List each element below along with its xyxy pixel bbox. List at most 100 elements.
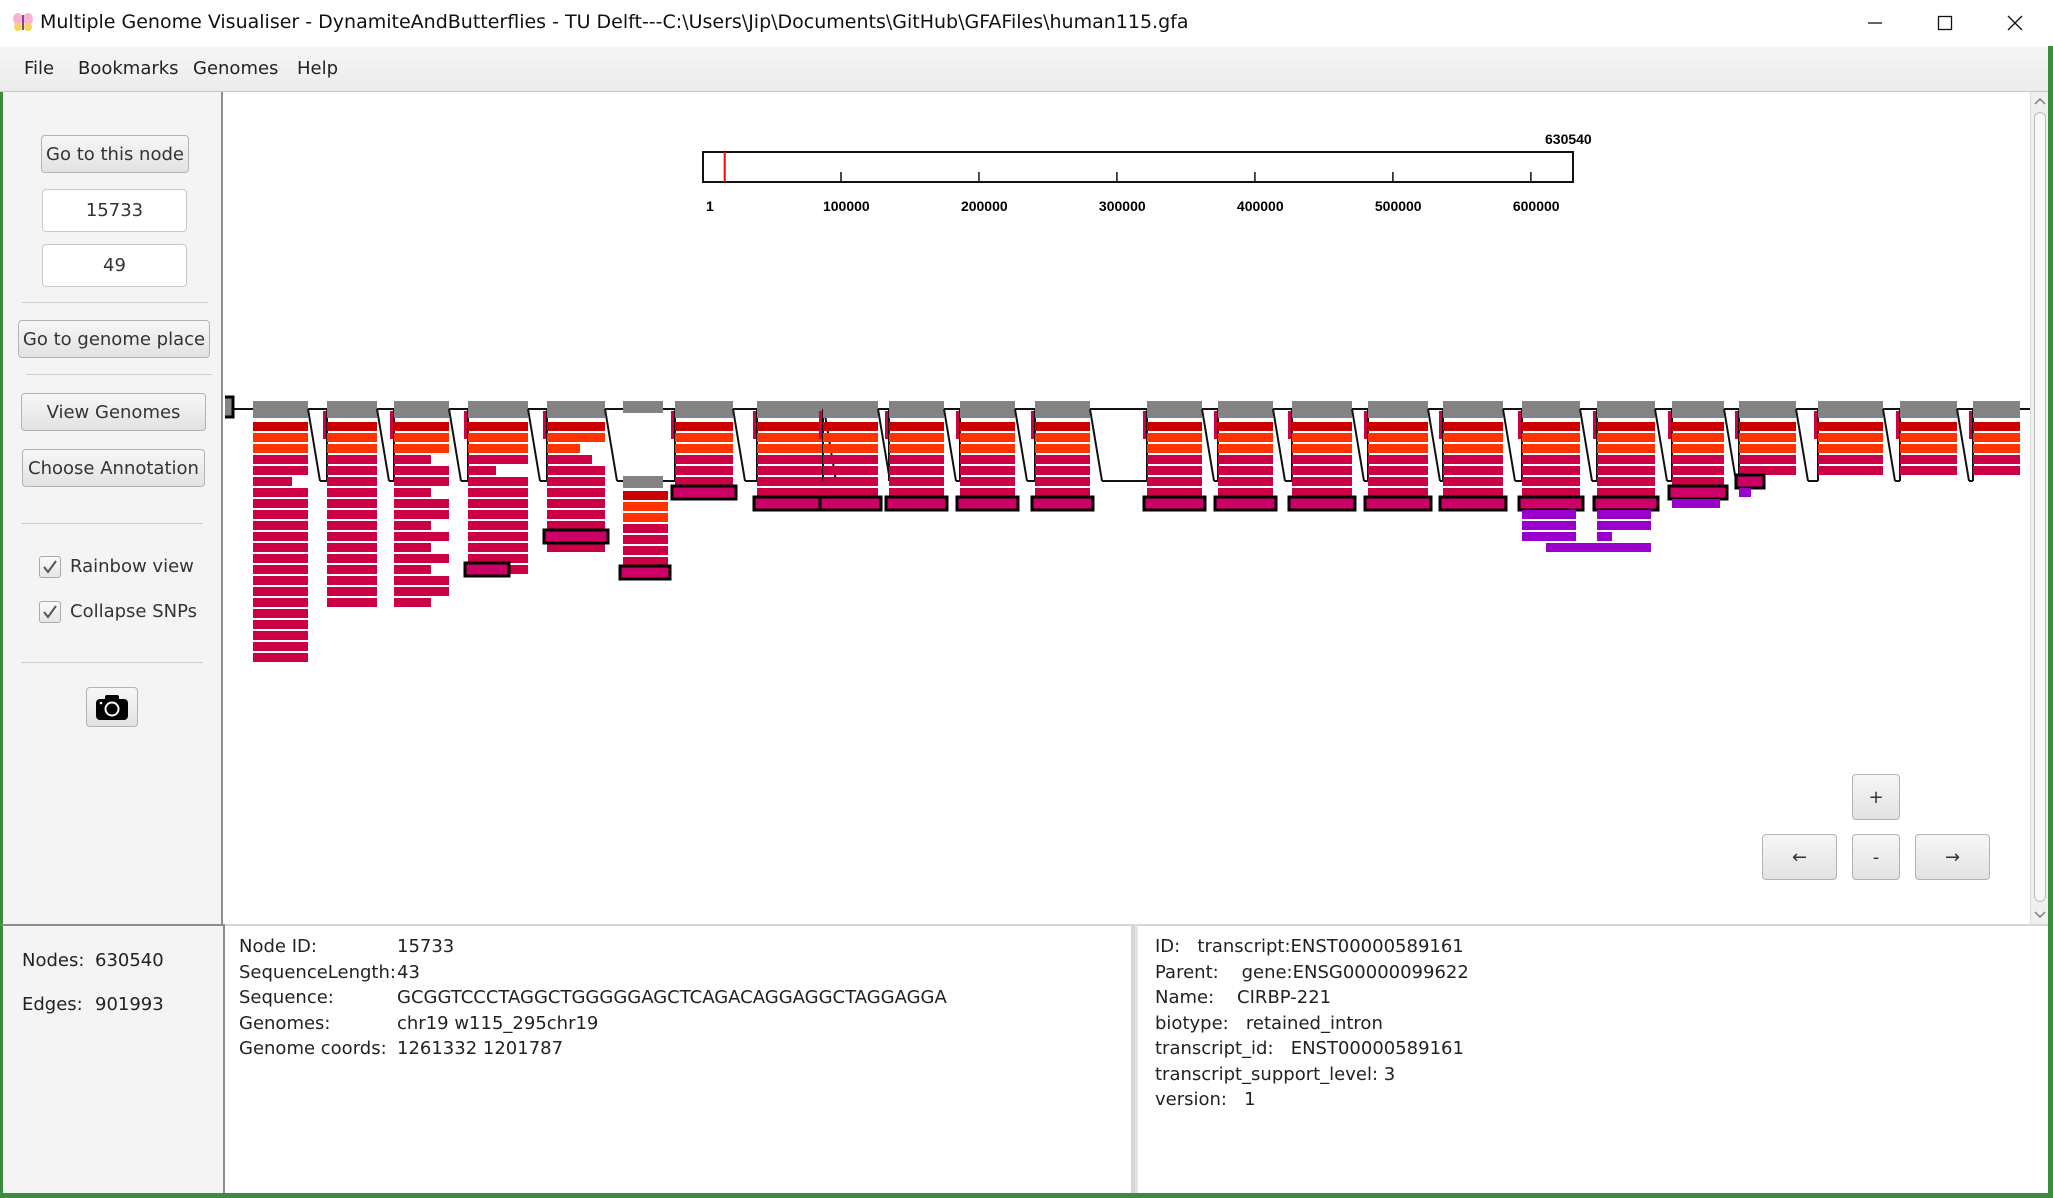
snp-marker[interactable]: [1969, 411, 1972, 439]
genome-bar[interactable]: [1443, 433, 1503, 442]
genome-bar[interactable]: [889, 477, 944, 486]
pan-right-button[interactable]: →: [1915, 834, 1990, 880]
rainbow-view-checkbox[interactable]: [39, 556, 61, 578]
selected-annotation-bar[interactable]: [1592, 495, 1660, 512]
genome-bar[interactable]: [327, 598, 377, 607]
genome-bar[interactable]: [1218, 477, 1273, 486]
genome-bar[interactable]: [889, 455, 944, 464]
selected-annotation-bar[interactable]: [618, 564, 672, 581]
collapse-snps-checkbox[interactable]: [39, 601, 61, 623]
genome-bar[interactable]: [253, 653, 308, 662]
node-header[interactable]: [1597, 401, 1655, 418]
node-header[interactable]: [1672, 401, 1724, 418]
genome-graph[interactable]: [225, 292, 2030, 924]
genome-bar[interactable]: [1818, 422, 1883, 431]
genome-bar[interactable]: [1292, 444, 1352, 453]
genome-bar[interactable]: [623, 513, 668, 522]
purple-genome-bar[interactable]: [1739, 488, 1751, 497]
snp-marker[interactable]: [1364, 411, 1367, 439]
genome-bar[interactable]: [327, 521, 377, 530]
purple-genome-bar[interactable]: [1522, 510, 1576, 519]
snp-marker[interactable]: [1031, 411, 1034, 439]
minimize-button[interactable]: [1840, 0, 1910, 46]
genome-bar[interactable]: [675, 466, 733, 475]
genome-bar[interactable]: [1522, 444, 1580, 453]
genome-bar[interactable]: [327, 455, 377, 464]
genome-bar[interactable]: [327, 499, 377, 508]
selected-annotation-bar[interactable]: [670, 484, 738, 501]
genome-bar[interactable]: [1522, 455, 1580, 464]
snp-marker[interactable]: [1896, 411, 1899, 439]
graph-scrollbar[interactable]: [2030, 92, 2049, 924]
snp-marker[interactable]: [885, 411, 888, 439]
genome-bar[interactable]: [623, 491, 668, 500]
node-header[interactable]: [1218, 401, 1273, 418]
genome-bar[interactable]: [394, 543, 431, 552]
scroll-down-icon[interactable]: [2031, 908, 2049, 922]
genome-bar[interactable]: [1900, 422, 1957, 431]
genome-bar[interactable]: [1035, 455, 1090, 464]
genome-bar[interactable]: [1900, 433, 1957, 442]
snp-marker[interactable]: [956, 411, 959, 439]
genome-bar[interactable]: [468, 510, 528, 519]
node-header[interactable]: [960, 401, 1015, 418]
genome-bar[interactable]: [623, 524, 668, 533]
genome-bar[interactable]: [1147, 433, 1202, 442]
node-header[interactable]: [468, 401, 528, 418]
genome-bar[interactable]: [960, 444, 1015, 453]
genome-bar[interactable]: [394, 433, 449, 442]
go-to-genome-place-button[interactable]: Go to genome place: [18, 320, 210, 358]
genome-bar[interactable]: [327, 433, 377, 442]
genome-bar[interactable]: [1147, 455, 1202, 464]
node-header[interactable]: [889, 401, 944, 418]
genome-bar[interactable]: [1597, 444, 1655, 453]
genome-bar[interactable]: [253, 521, 308, 530]
genome-bar[interactable]: [675, 455, 733, 464]
selected-annotation-bar[interactable]: [1030, 495, 1095, 512]
pan-left-button[interactable]: ←: [1762, 834, 1837, 880]
purple-genome-bar[interactable]: [1546, 543, 1600, 552]
genome-bar[interactable]: [757, 444, 824, 453]
genome-bar[interactable]: [1900, 444, 1957, 453]
genome-bar[interactable]: [253, 532, 308, 541]
genome-bar[interactable]: [1035, 444, 1090, 453]
genome-bar[interactable]: [1672, 422, 1724, 431]
genome-bar[interactable]: [327, 576, 377, 585]
genome-bar[interactable]: [253, 554, 308, 563]
snp-marker[interactable]: [1288, 411, 1291, 439]
genome-bar[interactable]: [1818, 444, 1883, 453]
genome-bar[interactable]: [675, 444, 733, 453]
genome-bar[interactable]: [547, 433, 605, 442]
selected-annotation-bar[interactable]: [884, 495, 949, 512]
genome-bar[interactable]: [1035, 477, 1090, 486]
genome-bar[interactable]: [468, 499, 528, 508]
genome-bar[interactable]: [623, 546, 668, 555]
genome-bar[interactable]: [960, 422, 1015, 431]
genome-bar[interactable]: [547, 455, 592, 464]
genome-bar[interactable]: [253, 444, 308, 453]
selected-annotation-bar[interactable]: [1667, 484, 1729, 501]
genome-bar[interactable]: [1443, 466, 1503, 475]
genome-bar[interactable]: [1900, 466, 1957, 475]
genome-bar[interactable]: [468, 455, 528, 464]
genome-bar[interactable]: [547, 477, 605, 486]
close-button[interactable]: [1980, 0, 2050, 46]
genome-bar[interactable]: [1035, 433, 1090, 442]
genome-bar[interactable]: [1292, 466, 1352, 475]
node-header[interactable]: [1292, 401, 1352, 418]
genome-bar[interactable]: [757, 433, 824, 442]
genome-bar[interactable]: [1443, 477, 1503, 486]
node-header[interactable]: [1522, 401, 1580, 418]
selected-annotation-bar[interactable]: [463, 561, 511, 578]
genome-bar[interactable]: [1818, 433, 1883, 442]
genome-bar[interactable]: [960, 477, 1015, 486]
genome-bar[interactable]: [889, 422, 944, 431]
snp-marker[interactable]: [543, 411, 546, 439]
node-header[interactable]: [623, 401, 663, 413]
genome-bar[interactable]: [1672, 444, 1724, 453]
genome-bar[interactable]: [253, 587, 308, 596]
genome-bar[interactable]: [1739, 444, 1796, 453]
selected-annotation-bar[interactable]: [1287, 495, 1357, 512]
genome-bar[interactable]: [547, 466, 605, 475]
purple-genome-bar[interactable]: [1522, 532, 1576, 541]
